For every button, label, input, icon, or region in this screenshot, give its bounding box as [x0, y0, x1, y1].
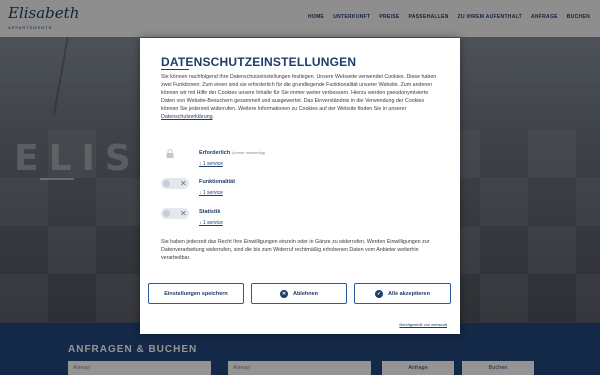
toggle-off-icon: ✕	[180, 209, 187, 218]
reject-x-icon: ✕	[279, 289, 288, 298]
toggle-knob	[163, 180, 170, 187]
accept-check-icon: ✓	[375, 289, 384, 298]
category-required-label: Erforderlich	[199, 150, 231, 156]
intro-period: .	[212, 114, 215, 120]
privacy-settings-dialog: DATENSCHUTZEINSTELLUNGEN Sie können nach…	[140, 38, 460, 334]
title-underline	[161, 69, 189, 70]
statistics-toggle[interactable]: ✕	[161, 208, 189, 219]
save-settings-label: Einstellungen speichern	[164, 290, 228, 297]
category-statistics: ✕ Statistik ↓ 1 service	[161, 206, 441, 232]
category-required-services-link[interactable]: ↓ 1 service	[199, 161, 223, 167]
accept-all-label: Alle akzeptieren	[388, 290, 430, 297]
category-functionality: ✕ Funktionalität ↓ 1 service	[161, 176, 441, 202]
category-required-note: (immer notwendig)	[232, 150, 266, 155]
category-required: Erforderlich (immer notwendig) ↓ 1 servic…	[161, 147, 441, 173]
lock-icon	[166, 149, 174, 158]
intro-text: Sie können nachfolgend Ihre Datenschutze…	[161, 74, 437, 112]
functionality-toggle[interactable]: ✕	[161, 178, 189, 189]
category-statistics-label: Statistik	[199, 209, 221, 215]
reject-label: Ablehnen	[292, 290, 319, 297]
reject-button[interactable]: ✕ Ablehnen	[251, 283, 347, 304]
category-functionality-services-link[interactable]: ↓ 1 service	[199, 190, 223, 196]
category-name: Erforderlich (immer notwendig)	[199, 150, 265, 156]
dialog-intro-text: Sie können nachfolgend Ihre Datenschutze…	[161, 73, 441, 121]
toggle-off-icon: ✕	[180, 179, 187, 188]
powered-by-link[interactable]: Bereitgestellt von websedit	[399, 322, 447, 327]
category-functionality-label: Funktionalität	[199, 179, 236, 185]
withdrawal-rights-text: Sie haben jederzeit das Recht Ihre Einwi…	[161, 239, 430, 261]
accept-all-button[interactable]: ✓ Alle akzeptieren	[354, 283, 451, 304]
privacy-policy-link[interactable]: Datenschutzerklärung	[161, 114, 213, 120]
toggle-knob	[163, 210, 170, 217]
dialog-title: DATENSCHUTZEINSTELLUNGEN	[161, 55, 357, 69]
category-statistics-services-link[interactable]: ↓ 1 service	[199, 220, 223, 226]
save-settings-button[interactable]: Einstellungen speichern	[148, 283, 244, 304]
